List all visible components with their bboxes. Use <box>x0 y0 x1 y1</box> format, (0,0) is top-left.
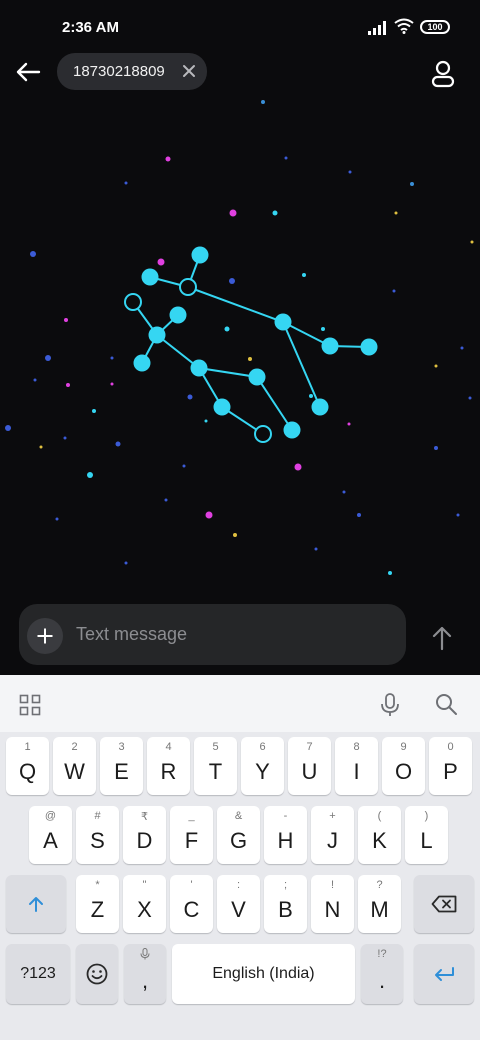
key-v[interactable]: :V <box>217 875 260 933</box>
key-p[interactable]: 0P <box>429 737 472 795</box>
backspace-key[interactable] <box>414 875 474 933</box>
key-i[interactable]: 8I <box>335 737 378 795</box>
message-composer <box>19 604 406 665</box>
space-bar[interactable]: English (India) <box>172 944 355 1004</box>
text-message-input[interactable] <box>76 614 396 654</box>
background-stars <box>5 100 474 575</box>
enter-key[interactable] <box>414 944 474 1004</box>
key-q[interactable]: 1Q <box>6 737 49 795</box>
key-s[interactable]: # S <box>76 806 119 864</box>
key-d[interactable]: ₹ D <box>123 806 166 864</box>
key-y[interactable]: 6Y <box>241 737 284 795</box>
period-key[interactable]: !? . <box>361 944 403 1004</box>
key-t[interactable]: 5T <box>194 737 237 795</box>
key-r[interactable]: 4R <box>147 737 190 795</box>
key-l[interactable]: ) L <box>405 806 448 864</box>
comma-key[interactable]: , <box>124 944 166 1004</box>
key-e[interactable]: 3E <box>100 737 143 795</box>
enter-icon <box>435 967 454 981</box>
wifi-icon <box>394 18 414 34</box>
key-a[interactable]: @ A <box>29 806 72 864</box>
send-arrow-icon[interactable] <box>428 624 456 652</box>
key-f[interactable]: _ F <box>170 806 213 864</box>
key-w[interactable]: 2W <box>53 737 96 795</box>
apps-grid-icon[interactable] <box>19 694 41 716</box>
key-x[interactable]: " X <box>123 875 166 933</box>
search-icon[interactable] <box>434 692 458 716</box>
contact-icon[interactable] <box>428 58 458 88</box>
key-u[interactable]: 7U <box>288 737 331 795</box>
key-o[interactable]: 9O <box>382 737 425 795</box>
key-b[interactable]: ; B <box>264 875 307 933</box>
shift-icon <box>29 897 43 912</box>
key-n[interactable]: ! N <box>311 875 354 933</box>
key-h[interactable]: -H <box>264 806 307 864</box>
constellation-stars <box>124 246 378 443</box>
key-j[interactable]: + J <box>311 806 354 864</box>
battery-icon: 100 <box>420 20 450 34</box>
status-time: 2:36 AM <box>62 19 119 36</box>
close-icon[interactable] <box>181 63 197 79</box>
status-bar: 2:36 AM 100 <box>0 0 480 56</box>
key-c[interactable]: ' C <box>170 875 213 933</box>
signal-icon <box>368 21 386 35</box>
mic-icon[interactable] <box>379 692 401 718</box>
key-k[interactable]: (K <box>358 806 401 864</box>
keyboard: 1Q 2W 3E 4R 5T 6Y 7U 8I 9O 0P @ A # S ₹ D _… <box>0 675 480 1040</box>
emoji-key[interactable] <box>76 944 118 1004</box>
key-g[interactable]: & G <box>217 806 260 864</box>
shift-key[interactable] <box>6 875 66 933</box>
key-m[interactable]: ? M <box>358 875 401 933</box>
mic-hint-icon <box>140 948 150 960</box>
recipient-chip[interactable]: 18730218809 <box>57 53 207 90</box>
plus-icon[interactable] <box>27 618 63 654</box>
keyboard-toolbar <box>0 675 480 732</box>
key-z[interactable]: * Z <box>76 875 119 933</box>
emoji-icon <box>86 963 108 985</box>
backspace-icon <box>431 895 457 913</box>
symbols-key[interactable]: ?123 <box>6 944 70 1004</box>
back-arrow-icon[interactable] <box>12 56 44 88</box>
constellation-illustration <box>5 100 474 575</box>
recipient-number: 18730218809 <box>73 63 165 80</box>
